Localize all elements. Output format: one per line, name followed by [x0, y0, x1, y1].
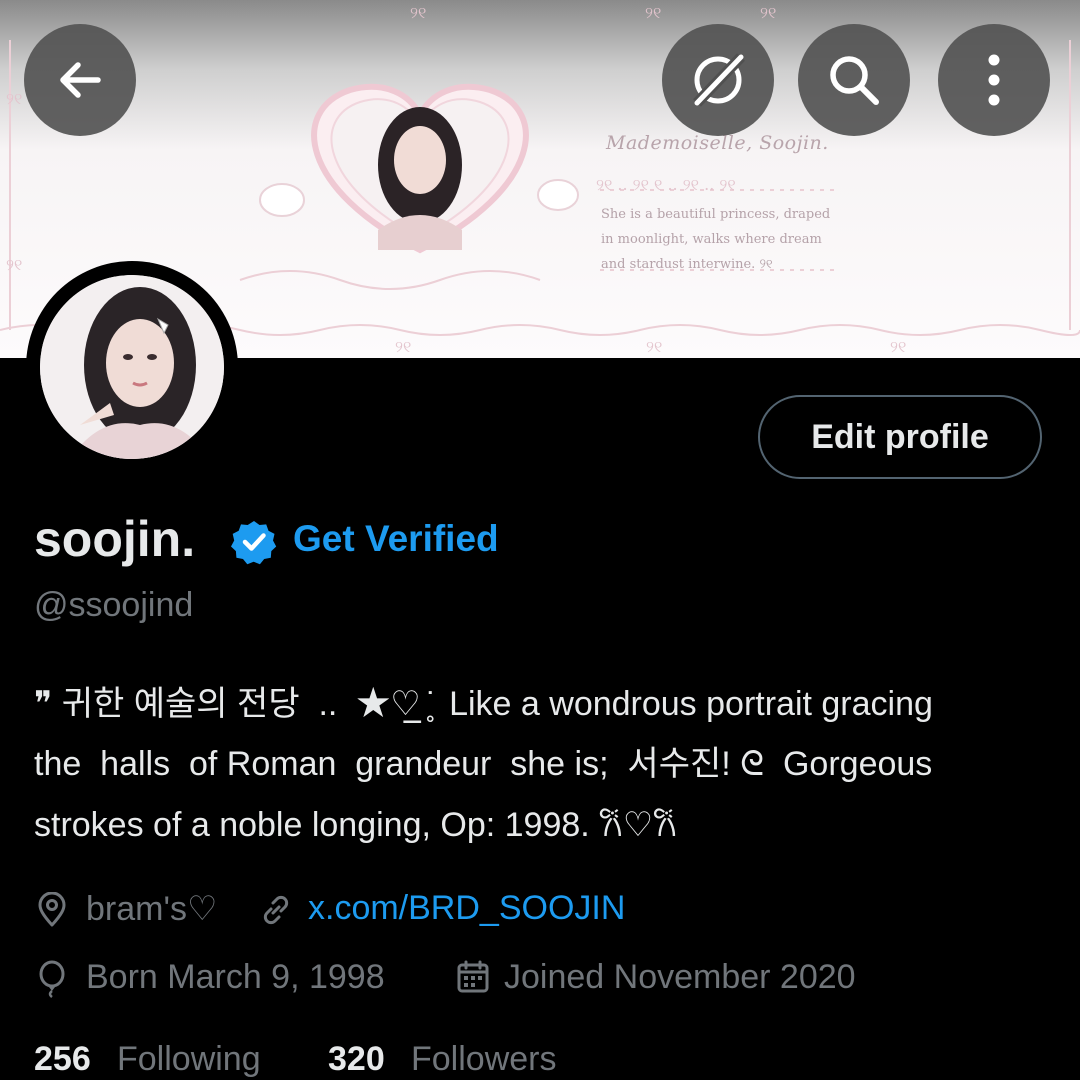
location-pin-icon — [38, 892, 66, 927]
svg-text:୨୧ .. ୨୧ ୧ .. ୨୧ .. ୨୧: ୨୧ .. ୨୧ ୧ .. ୨୧ .. ୨୧ — [596, 175, 736, 194]
avatar-image — [40, 275, 224, 459]
grok-button[interactable] — [662, 24, 774, 136]
birth-date: Born March 9, 1998 — [86, 958, 385, 996]
balloon-icon — [39, 960, 65, 998]
avatar[interactable] — [26, 261, 238, 473]
search-button[interactable] — [798, 24, 910, 136]
svg-text:୨୧: ୨୧ — [890, 337, 906, 356]
bio-line: ❞ 귀한 예술의 전당 .. ★♡̲ ̥̇ Like a wondrous po… — [34, 685, 933, 723]
svg-text:୨୧: ୨୧ — [395, 337, 411, 356]
svg-text:୨୧: ୨୧ — [645, 3, 661, 22]
following-count[interactable]: 256 — [34, 1040, 91, 1079]
edit-profile-button[interactable]: Edit profile — [758, 395, 1042, 479]
followers-count[interactable]: 320 — [328, 1040, 385, 1079]
banner-poem: She is a beautiful princess, draped in m… — [601, 207, 831, 272]
website-link[interactable]: x.com/BRD_SOOJIN — [308, 889, 625, 928]
link-icon — [263, 895, 289, 925]
verified-badge-icon[interactable] — [231, 519, 277, 565]
location-text: bram's♡ — [86, 890, 218, 928]
joined-date: Joined November 2020 — [504, 958, 856, 996]
bio-line: strokes of a noble longing, Op: 1998. 𐙚♡… — [34, 806, 677, 844]
svg-text:୨୧: ୨୧ — [760, 3, 776, 22]
svg-text:୨୧: ୨୧ — [6, 89, 22, 108]
following-label[interactable]: Following — [117, 1040, 261, 1079]
get-verified-link[interactable]: Get Verified — [293, 518, 499, 560]
more-options-button[interactable] — [938, 24, 1050, 136]
more-vertical-icon — [988, 54, 1000, 106]
bio-line: the halls of Roman grandeur she is; 서수진!… — [34, 745, 933, 783]
display-name: soojin. — [34, 511, 196, 567]
svg-text:୨୧: ୨୧ — [6, 255, 22, 274]
grok-icon — [693, 53, 745, 107]
handle: @ssoojind — [34, 586, 194, 624]
svg-text:୨୧: ୨୧ — [410, 3, 426, 22]
arrow-left-icon — [60, 62, 101, 98]
calendar-icon — [457, 960, 489, 993]
followers-label[interactable]: Followers — [411, 1040, 556, 1079]
search-icon — [830, 56, 879, 105]
svg-text:୨୧: ୨୧ — [646, 337, 662, 356]
back-button[interactable] — [24, 24, 136, 136]
